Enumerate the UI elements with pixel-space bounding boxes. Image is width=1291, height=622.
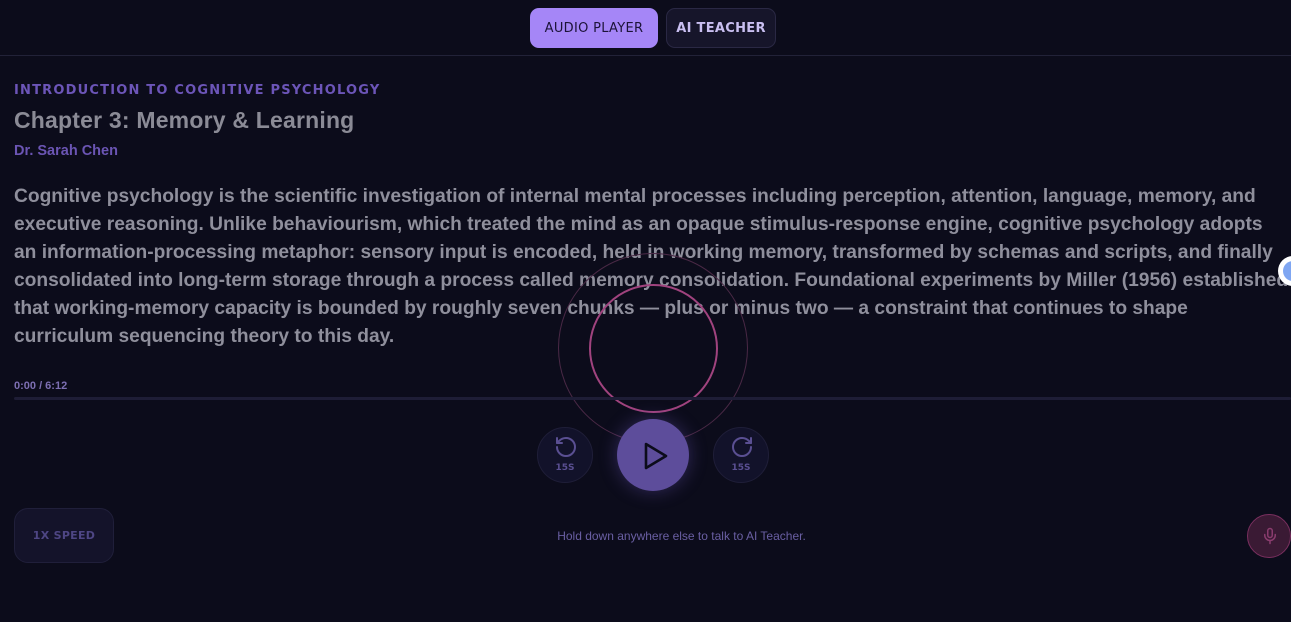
- audio-lesson-app: AUDIO PLAYER AI TEACHER INTRODUCTION TO …: [0, 0, 1291, 622]
- chapter-title: Chapter 3: Memory & Learning: [14, 107, 355, 133]
- push-to-talk-hint: Hold down anywhere else to talk to AI Te…: [557, 529, 806, 543]
- course-title: INTRODUCTION TO COGNITIVE PSYCHOLOGY: [14, 83, 381, 98]
- author-name: Dr. Sarah Chen: [14, 143, 118, 159]
- top-tab-bar: AUDIO PLAYER AI TEACHER: [0, 0, 1291, 56]
- microphone-button[interactable]: [1247, 514, 1291, 558]
- tab-ai-teacher[interactable]: AI TEACHER: [666, 8, 776, 48]
- play-button[interactable]: [617, 419, 689, 491]
- progress-bar[interactable]: [14, 397, 1291, 400]
- floating-assistant-widget[interactable]: [1278, 256, 1291, 286]
- playback-time: 0:00 / 6:12: [14, 380, 68, 392]
- skip-back-button[interactable]: 15S: [537, 427, 593, 483]
- skip-forward-label: 15S: [731, 463, 751, 473]
- audio-visualizer-inner-ring: [589, 284, 718, 413]
- skip-forward-button[interactable]: 15S: [713, 427, 769, 483]
- tab-audio-player[interactable]: AUDIO PLAYER: [530, 8, 658, 48]
- skip-back-label: 15S: [555, 463, 575, 473]
